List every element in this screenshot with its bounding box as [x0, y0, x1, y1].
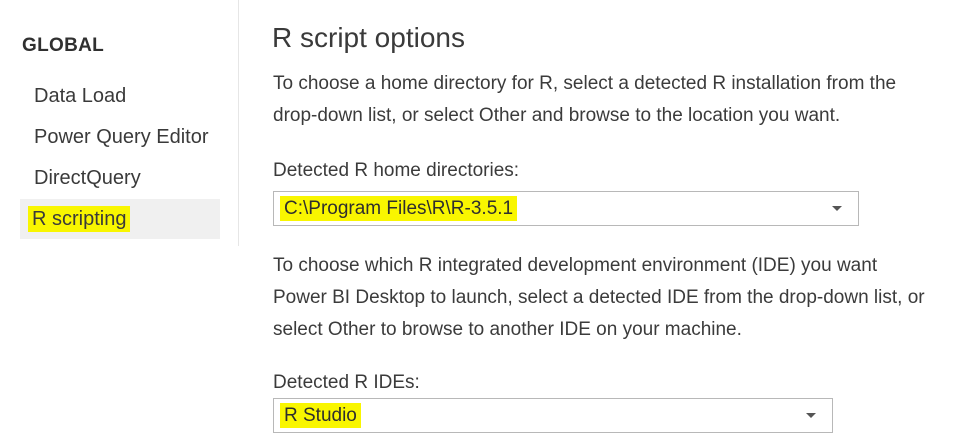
description-line: drop-down list, or select Other and brow… [273, 105, 841, 126]
description-line: Power BI Desktop to launch, select a det… [273, 287, 925, 308]
page-title: R script options [272, 22, 465, 53]
description-line: To choose a home directory for R, select… [273, 73, 897, 94]
description-line: To choose which R integrated development… [273, 255, 878, 276]
sidebar-item-label: Power Query Editor [34, 126, 209, 148]
ide-description: To choose which R integrated development… [273, 250, 925, 346]
sidebar-item-label: R scripting [28, 206, 131, 232]
selected-value: C:\Program Files\R\R-3.5.1 [280, 196, 518, 221]
description-line: select Other to browse to another IDE on… [273, 319, 742, 340]
chevron-down-icon [806, 413, 816, 418]
sidebar-heading-global: GLOBAL [22, 35, 105, 56]
r-ide-dropdown[interactable]: R Studio [273, 398, 833, 433]
sidebar-item-directquery[interactable]: DirectQuery [20, 158, 220, 198]
sidebar-item-power-query-editor[interactable]: Power Query Editor [20, 117, 220, 157]
sidebar-item-r-scripting[interactable]: R scripting [20, 199, 220, 239]
chevron-down-icon [832, 206, 842, 211]
home-directory-description: To choose a home directory for R, select… [273, 68, 896, 132]
options-sidebar: GLOBAL Data Load Power Query Editor Dire… [0, 0, 239, 246]
ides-label: Detected R IDEs: [273, 372, 420, 393]
home-directories-label: Detected R home directories: [273, 160, 520, 181]
r-home-directory-dropdown[interactable]: C:\Program Files\R\R-3.5.1 [273, 191, 859, 226]
sidebar-item-label: Data Load [34, 85, 127, 107]
sidebar-item-data-load[interactable]: Data Load [20, 76, 220, 116]
selected-value: R Studio [280, 403, 361, 428]
sidebar-item-label: DirectQuery [34, 167, 141, 189]
